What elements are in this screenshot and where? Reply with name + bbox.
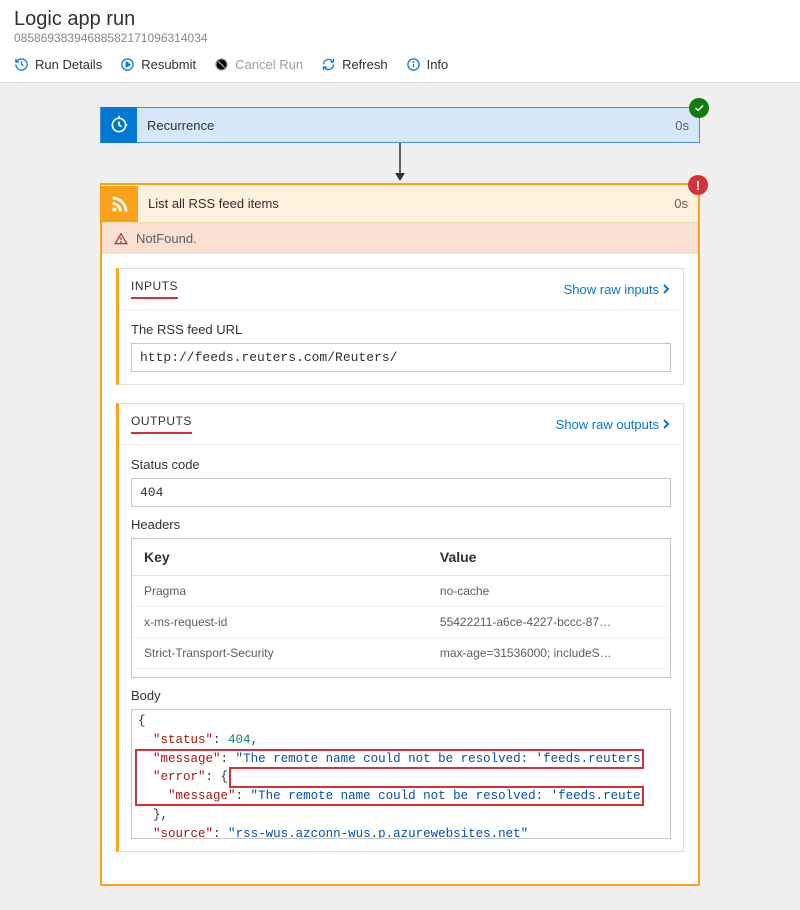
body-label: Body	[131, 688, 671, 703]
recurrence-title: Recurrence	[137, 118, 665, 133]
rss-step-header[interactable]: List all RSS feed items 0s	[102, 185, 698, 223]
cancel-icon	[214, 57, 229, 72]
page-title: Logic app run	[14, 8, 786, 31]
play-circle-icon	[120, 57, 135, 72]
toolbar: Run Details Resubmit Cancel Run Refresh …	[0, 49, 800, 82]
chevron-right-icon	[661, 284, 671, 294]
show-raw-outputs-link[interactable]: Show raw outputs	[556, 417, 671, 432]
rss-step: ! List all RSS feed items 0s NotFound. I…	[100, 183, 700, 886]
table-row: Strict-Transport-Securitymax-age=3153600…	[132, 638, 670, 669]
info-button[interactable]: Info	[406, 57, 449, 72]
page-header: Logic app run 08586938394688582171096314…	[0, 0, 800, 49]
table-row: Pragmano-cache	[132, 576, 670, 607]
headers-label: Headers	[131, 517, 671, 532]
table-row: x-ms-request-id55422211-a6ce-4227-bccc-8…	[132, 607, 670, 638]
headers-value-col: Value	[428, 539, 670, 576]
connector-arrow	[393, 143, 407, 183]
recurrence-duration: 0s	[665, 118, 699, 133]
info-icon	[406, 57, 421, 72]
chevron-right-icon	[661, 419, 671, 429]
rss-url-label: The RSS feed URL	[131, 322, 671, 337]
rss-step-duration: 0s	[664, 196, 698, 211]
rss-url-value[interactable]: http://feeds.reuters.com/Reuters/	[131, 343, 671, 372]
cancel-run-button: Cancel Run	[214, 57, 303, 72]
run-details-button[interactable]: Run Details	[14, 57, 102, 72]
run-canvas: Recurrence 0s ! List all RSS feed items …	[0, 82, 800, 910]
success-badge	[689, 98, 709, 118]
status-code-value[interactable]: 404	[131, 478, 671, 507]
show-raw-inputs-link[interactable]: Show raw inputs	[564, 282, 671, 297]
error-bar: NotFound.	[102, 223, 698, 254]
rss-icon	[102, 186, 138, 222]
history-icon	[14, 57, 29, 72]
headers-key-col: Key	[132, 539, 428, 576]
resubmit-button[interactable]: Resubmit	[120, 57, 196, 72]
recurrence-step[interactable]: Recurrence 0s	[100, 107, 700, 143]
warning-icon	[114, 232, 128, 246]
error-badge: !	[688, 175, 708, 195]
inputs-title: INPUTS	[131, 279, 178, 299]
body-json[interactable]: { "status": 404, "message": "The remote …	[131, 709, 671, 839]
refresh-icon	[321, 57, 336, 72]
inputs-panel: INPUTS Show raw inputs The RSS feed URL …	[116, 268, 684, 385]
headers-table: Key Value Pragmano-cachex-ms-request-id5…	[132, 539, 670, 669]
outputs-panel: OUTPUTS Show raw outputs Status code 404…	[116, 403, 684, 852]
outputs-title: OUTPUTS	[131, 414, 192, 434]
status-code-label: Status code	[131, 457, 671, 472]
run-id: 08586938394688582171096314034	[14, 31, 786, 45]
headers-table-wrap[interactable]: Key Value Pragmano-cachex-ms-request-id5…	[131, 538, 671, 678]
refresh-button[interactable]: Refresh	[321, 57, 388, 72]
error-text: NotFound.	[136, 231, 197, 246]
rss-step-title: List all RSS feed items	[138, 196, 664, 211]
clock-icon	[101, 107, 137, 143]
